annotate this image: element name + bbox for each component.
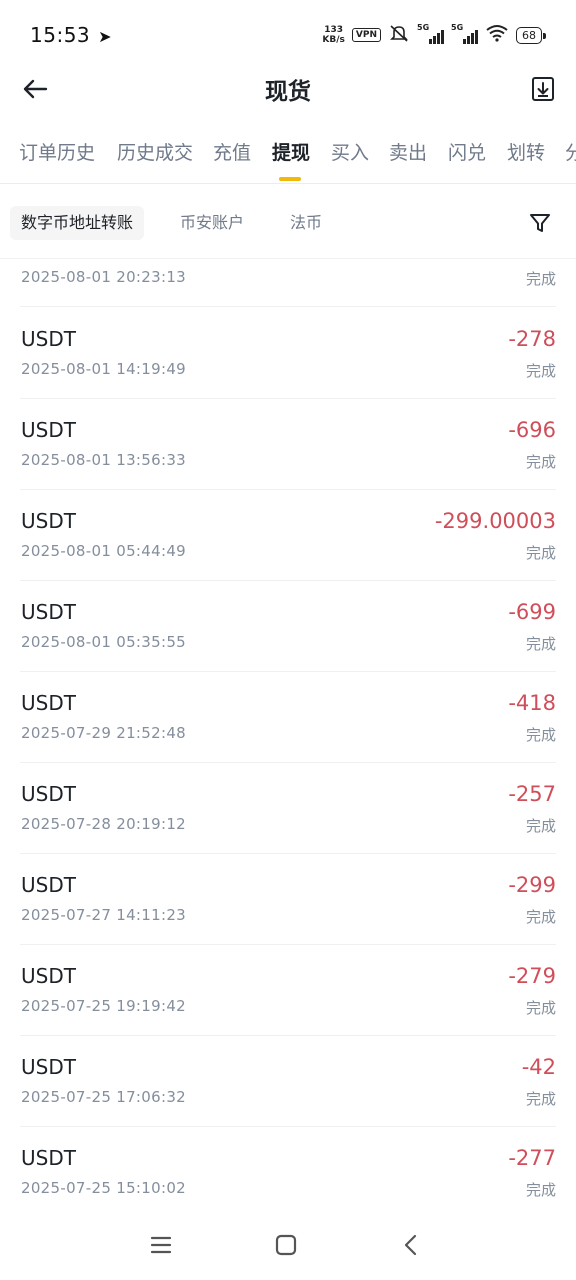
record-time: 2025-07-25 17:06:32 <box>21 1088 187 1106</box>
tab-trade-history[interactable]: 历史成交 <box>117 138 193 165</box>
record-coin: USDT <box>21 1055 76 1079</box>
record-amount: -299 <box>508 873 556 897</box>
record-amount: -418 <box>508 691 556 715</box>
record-coin: USDT <box>21 691 76 715</box>
signal-1-label: 5G <box>417 23 430 32</box>
record-amount: -699 <box>508 600 556 624</box>
record-status: 完成 <box>525 999 556 1017</box>
record-coin: USDT <box>21 600 76 624</box>
list-item[interactable]: USDT 2025-07-27 14:11:23 -299 完成 <box>20 854 556 945</box>
status-icons: 133 KB/s VPN 5G 5G 68 <box>322 23 546 46</box>
tab-order-history[interactable]: 订单历史 <box>19 138 95 165</box>
record-coin: USDT <box>21 782 76 806</box>
record-time: 2025-08-01 05:35:55 <box>21 633 187 651</box>
record-time: 2025-08-01 05:44:49 <box>21 542 187 560</box>
tab-convert[interactable]: 闪兑 <box>448 138 486 165</box>
record-status: 完成 <box>525 270 556 288</box>
record-status: 完成 <box>525 1090 556 1108</box>
location-arrow-icon: ➤ <box>98 27 113 46</box>
chevron-left-icon <box>404 1234 417 1256</box>
list-item[interactable]: USDT 2025-07-25 15:10:02 -277 完成 <box>20 1127 556 1210</box>
record-amount: -279 <box>508 964 556 988</box>
battery-indicator: 68 <box>516 26 546 44</box>
tab-sell[interactable]: 卖出 <box>389 138 427 165</box>
nav-recents-button[interactable] <box>146 1230 176 1260</box>
list-item[interactable]: USDT 2025-08-01 14:19:49 -278 完成 <box>20 308 556 399</box>
record-amount: -257 <box>508 782 556 806</box>
withdraw-type-filter: 数字币地址转账 币安账户 法币 <box>0 201 576 245</box>
nav-back-button[interactable] <box>396 1230 426 1260</box>
record-status: 完成 <box>525 544 556 562</box>
record-status: 完成 <box>525 817 556 835</box>
network-speed-unit: KB/s <box>322 35 345 45</box>
record-time: 2025-08-01 20:23:13 <box>21 268 187 286</box>
status-time: 15:53 ➤ <box>30 23 112 47</box>
export-button[interactable] <box>528 74 558 104</box>
record-status: 完成 <box>525 1181 556 1199</box>
record-amount: -42 <box>521 1055 556 1079</box>
list-item[interactable]: 2025-08-01 20:23:13 完成 <box>20 258 556 307</box>
system-navigation-bar <box>0 1216 576 1280</box>
home-square-icon <box>275 1234 297 1256</box>
record-status: 完成 <box>525 635 556 653</box>
network-speed-value: 133 <box>324 25 344 35</box>
record-time: 2025-08-01 13:56:33 <box>21 451 187 469</box>
clock-text: 15:53 <box>30 23 91 47</box>
network-speed: 133 KB/s <box>322 25 344 45</box>
record-status: 完成 <box>525 726 556 744</box>
record-amount: -299.00003 <box>434 509 556 533</box>
filter-icon <box>530 214 550 232</box>
mute-icon <box>388 24 410 46</box>
active-tab-indicator <box>279 177 301 181</box>
record-type-tabs: 订单历史 历史成交 充值 提现 买入 卖出 闪兑 划转 分 <box>0 130 576 184</box>
withdraw-record-list[interactable]: 2025-08-01 20:23:13 完成 USDT 2025-08-01 1… <box>0 258 576 1210</box>
nav-home-button[interactable] <box>271 1230 301 1260</box>
record-time: 2025-07-25 15:10:02 <box>21 1179 187 1197</box>
tab-more[interactable]: 分 <box>565 138 576 165</box>
record-amount: -696 <box>508 418 556 442</box>
record-coin: USDT <box>21 873 76 897</box>
record-status: 完成 <box>525 908 556 926</box>
tab-transfer[interactable]: 划转 <box>507 138 545 165</box>
record-coin: USDT <box>21 509 76 533</box>
record-time: 2025-07-29 21:52:48 <box>21 724 187 742</box>
status-bar: 15:53 ➤ 133 KB/s VPN 5G 5G 68 <box>0 0 576 66</box>
subtab-binance-account[interactable]: 币安账户 <box>180 206 244 240</box>
tab-withdraw[interactable]: 提现 <box>272 138 310 165</box>
wifi-icon <box>485 24 509 46</box>
list-item[interactable]: USDT 2025-07-28 20:19:12 -257 完成 <box>20 763 556 854</box>
list-item[interactable]: USDT 2025-07-25 17:06:32 -42 完成 <box>20 1036 556 1127</box>
subtab-crypto-address[interactable]: 数字币地址转账 <box>10 206 145 240</box>
list-item[interactable]: USDT 2025-08-01 05:44:49 -299.00003 完成 <box>20 490 556 581</box>
tab-deposit[interactable]: 充值 <box>213 138 251 165</box>
vpn-badge: VPN <box>351 28 381 42</box>
record-status: 完成 <box>525 362 556 380</box>
record-time: 2025-07-28 20:19:12 <box>21 815 187 833</box>
signal-1-icon: 5G <box>417 23 444 44</box>
record-time: 2025-07-27 14:11:23 <box>21 906 187 924</box>
filter-button[interactable] <box>526 209 554 237</box>
page-title: 现货 <box>265 79 311 105</box>
subtab-fiat[interactable]: 法币 <box>290 206 322 240</box>
signal-2-label: 5G <box>451 23 464 32</box>
record-status: 完成 <box>525 453 556 471</box>
tab-buy[interactable]: 买入 <box>331 138 369 165</box>
record-coin: USDT <box>21 964 76 988</box>
record-amount: -277 <box>508 1146 556 1170</box>
record-time: 2025-08-01 14:19:49 <box>21 360 187 378</box>
list-item[interactable]: USDT 2025-07-25 19:19:42 -279 完成 <box>20 945 556 1036</box>
list-item[interactable]: USDT 2025-08-01 13:56:33 -696 完成 <box>20 399 556 490</box>
record-coin: USDT <box>21 1146 76 1170</box>
record-amount: -278 <box>508 327 556 351</box>
list-item[interactable]: USDT 2025-07-29 21:52:48 -418 完成 <box>20 672 556 763</box>
list-item[interactable]: USDT 2025-08-01 05:35:55 -699 完成 <box>20 581 556 672</box>
top-app-bar: 现货 <box>0 66 576 112</box>
record-time: 2025-07-25 19:19:42 <box>21 997 187 1015</box>
record-coin: USDT <box>21 418 76 442</box>
download-icon <box>532 77 554 101</box>
signal-2-icon: 5G <box>451 23 478 44</box>
menu-icon <box>150 1236 172 1254</box>
record-coin: USDT <box>21 327 76 351</box>
